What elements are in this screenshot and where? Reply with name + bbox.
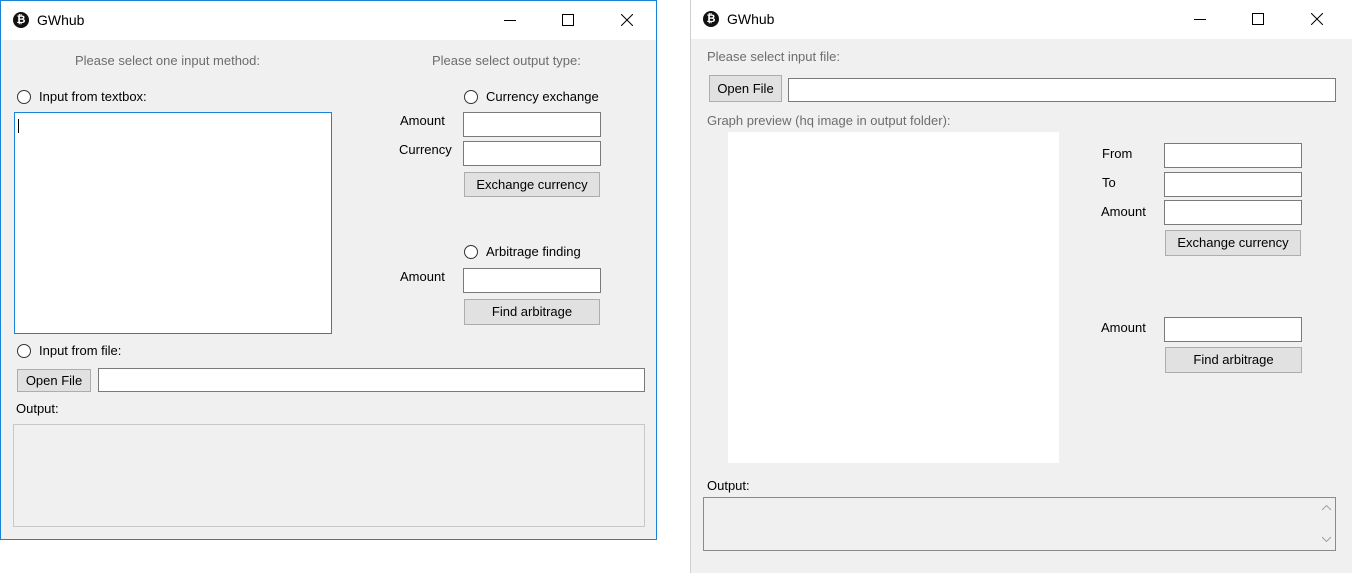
ce-currency-label: Currency xyxy=(399,142,452,157)
exchange-currency-button[interactable]: Exchange currency xyxy=(464,172,600,197)
input-textbox[interactable] xyxy=(14,112,332,334)
open-file-button[interactable]: Open File xyxy=(709,75,782,102)
input-textbox-radio[interactable] xyxy=(17,90,31,104)
open-file-button[interactable]: Open File xyxy=(17,369,91,392)
exchange-amount-label: Amount xyxy=(1101,204,1146,219)
close-icon xyxy=(621,14,633,26)
maximize-icon xyxy=(1252,13,1264,25)
input-method-heading: Please select one input method: xyxy=(75,53,261,68)
output-box[interactable] xyxy=(703,497,1336,551)
from-field[interactable] xyxy=(1164,143,1302,168)
output-scrollbar[interactable] xyxy=(1318,498,1335,550)
file-path-field[interactable] xyxy=(788,78,1336,102)
file-path-field[interactable] xyxy=(98,368,645,392)
input-file-label[interactable]: Input from file: xyxy=(39,343,121,358)
bitcoin-icon: ₿ xyxy=(703,11,719,27)
close-button[interactable] xyxy=(604,1,650,40)
output-label: Output: xyxy=(16,401,59,416)
window-title: GWhub xyxy=(37,12,85,28)
ce-currency-field[interactable] xyxy=(463,141,601,166)
find-arbitrage-button[interactable]: Find arbitrage xyxy=(464,299,600,325)
text-caret xyxy=(18,119,19,133)
close-icon xyxy=(1311,13,1323,25)
maximize-icon xyxy=(562,14,574,26)
maximize-button[interactable] xyxy=(1235,0,1281,39)
close-button[interactable] xyxy=(1294,0,1340,39)
arbitrage-radio[interactable] xyxy=(464,245,478,259)
title-bar[interactable]: ₿ GWhub xyxy=(691,0,1352,39)
ce-amount-label: Amount xyxy=(400,113,445,128)
graph-preview-label: Graph preview (hq image in output folder… xyxy=(707,113,951,128)
scroll-up-icon xyxy=(1322,505,1331,511)
arb-amount-label: Amount xyxy=(400,269,445,284)
window-title: GWhub xyxy=(727,11,775,27)
find-arbitrage-button[interactable]: Find arbitrage xyxy=(1165,347,1302,373)
exchange-amount-field[interactable] xyxy=(1164,200,1302,225)
graph-preview-image xyxy=(728,132,1059,463)
arbitrage-label[interactable]: Arbitrage finding xyxy=(486,244,581,259)
scroll-down-icon xyxy=(1322,536,1331,542)
output-label: Output: xyxy=(707,478,750,493)
input-file-radio[interactable] xyxy=(17,344,31,358)
to-field[interactable] xyxy=(1164,172,1302,197)
minimize-icon xyxy=(1194,19,1206,20)
maximize-button[interactable] xyxy=(545,1,591,40)
ce-amount-field[interactable] xyxy=(463,112,601,137)
to-label: To xyxy=(1102,175,1116,190)
from-label: From xyxy=(1102,146,1133,161)
minimize-button[interactable] xyxy=(1177,0,1223,39)
input-textbox-label[interactable]: Input from textbox: xyxy=(39,89,147,104)
arb-amount-field[interactable] xyxy=(463,268,601,293)
arbitrage-amount-field[interactable] xyxy=(1164,317,1302,342)
select-input-file-label: Please select input file: xyxy=(707,49,840,64)
title-bar[interactable]: ₿ GWhub xyxy=(1,1,656,40)
arbitrage-amount-label: Amount xyxy=(1101,320,1146,335)
currency-exchange-radio[interactable] xyxy=(464,90,478,104)
currency-exchange-label[interactable]: Currency exchange xyxy=(486,89,599,104)
output-box[interactable] xyxy=(13,424,645,527)
bitcoin-icon: ₿ xyxy=(13,12,29,28)
exchange-currency-button[interactable]: Exchange currency xyxy=(1165,230,1301,256)
gwhub-window-2: ₿ GWhub Please select input file: Open F… xyxy=(690,0,1352,573)
gwhub-window-1: ₿ GWhub Please select one input method: … xyxy=(0,0,657,540)
minimize-button[interactable] xyxy=(487,1,533,40)
minimize-icon xyxy=(504,20,516,21)
output-type-heading: Please select output type: xyxy=(432,53,581,68)
